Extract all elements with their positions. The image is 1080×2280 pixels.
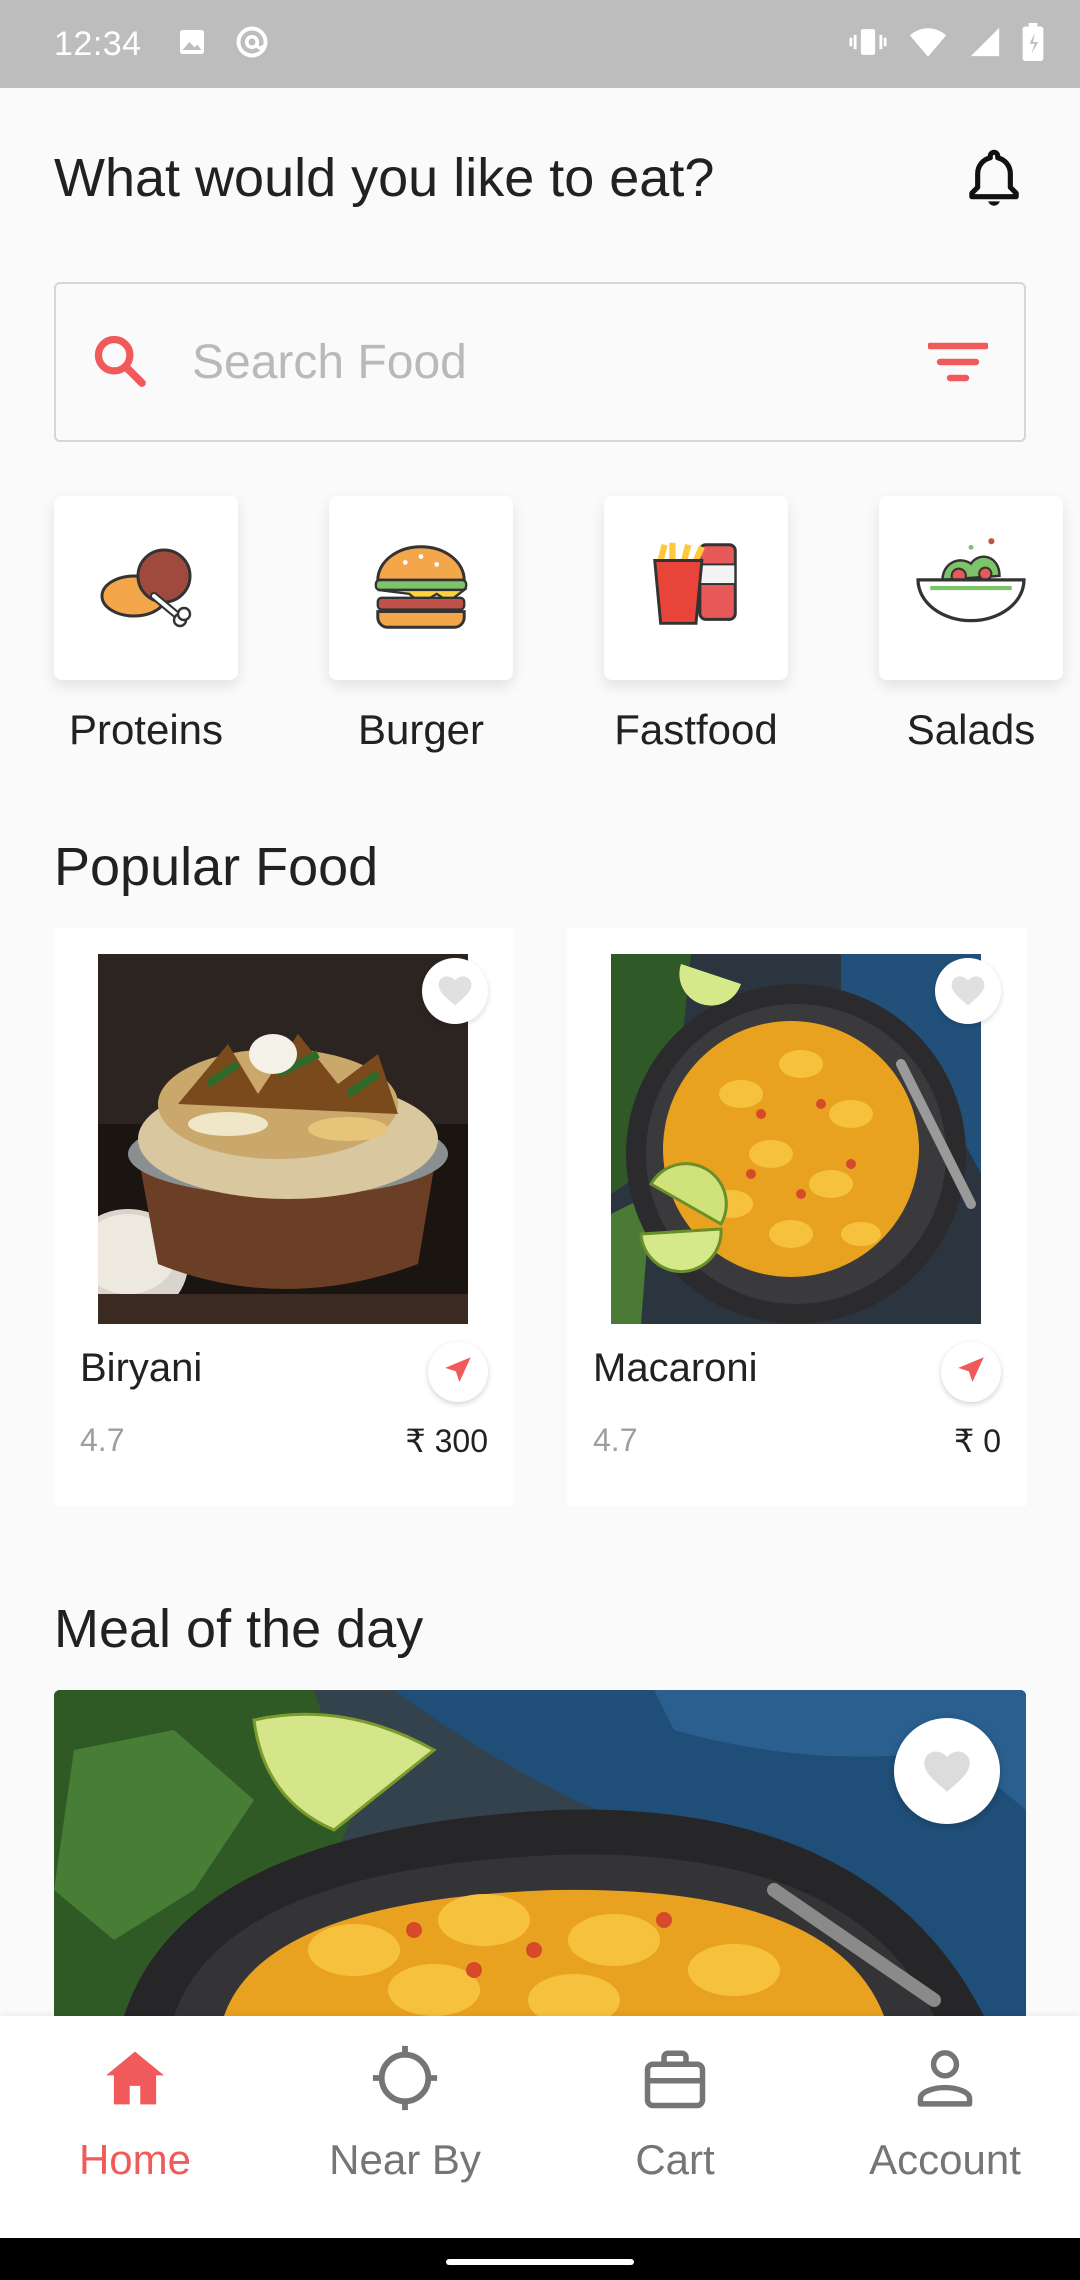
nav-label: Account: [869, 2136, 1021, 2183]
burger-icon: [366, 536, 476, 641]
nav-label: Home: [78, 2136, 192, 2183]
biryani-image: [98, 954, 468, 1324]
food-card-macaroni[interactable]: Macaroni 4.7 ₹ 0: [567, 928, 1027, 1506]
search-icon: [90, 331, 148, 394]
page-title: What would you like to eat?: [54, 148, 715, 208]
popular-food-title: Popular Food: [54, 837, 379, 897]
meal-of-the-day-title: Meal of the day: [54, 1599, 424, 1659]
person-icon: [909, 2042, 981, 2114]
fries-soda-icon: [641, 536, 751, 641]
home-gesture-handle[interactable]: [446, 2259, 634, 2265]
vibrate-icon: [848, 24, 888, 65]
favorite-button[interactable]: [935, 958, 1001, 1024]
nav-account[interactable]: Account: [810, 2016, 1080, 2238]
heart-icon: [948, 971, 988, 1012]
category-label: Burger: [357, 706, 485, 753]
category-tile[interactable]: [879, 496, 1063, 680]
heart-icon: [919, 1744, 975, 1799]
nav-label: Cart: [635, 2136, 715, 2183]
drumstick-icon: [86, 536, 206, 641]
nav-near-by[interactable]: Near By: [270, 2016, 540, 2238]
favorite-button[interactable]: [422, 958, 488, 1024]
category-label: Proteins: [68, 706, 224, 753]
system-navigation-bar: [0, 2238, 1080, 2280]
category-list: Proteins Burger Fastfood Salads: [0, 496, 1080, 766]
meal-of-the-day-card[interactable]: [54, 1690, 1026, 2016]
header: What would you like to eat?: [54, 88, 1026, 268]
directions-button[interactable]: [941, 1342, 1001, 1402]
category-proteins[interactable]: Proteins: [54, 496, 238, 754]
macaroni-image: [611, 954, 981, 1324]
nav-home[interactable]: Home: [0, 2016, 270, 2238]
food-price: ₹ 300: [405, 1423, 488, 1459]
food-price: ₹ 0: [953, 1423, 1001, 1459]
status-bar: 12:34: [0, 0, 1080, 88]
search-bar[interactable]: [54, 282, 1026, 442]
status-time: 12:34: [54, 24, 142, 63]
wifi-icon: [908, 24, 948, 65]
bottom-navigation: Home Near By Cart Account: [0, 2016, 1080, 2238]
nav-cart[interactable]: Cart: [540, 2016, 810, 2238]
favorite-button[interactable]: [894, 1718, 1000, 1824]
crosshair-icon: [369, 2042, 441, 2114]
category-label: Fastfood: [614, 706, 778, 753]
category-salads[interactable]: Salads: [879, 496, 1063, 754]
category-burger[interactable]: Burger: [329, 496, 513, 754]
home-icon: [99, 2042, 171, 2114]
food-rating: 4.7: [593, 1422, 638, 1458]
food-name: Biryani: [80, 1346, 203, 1390]
heart-icon: [435, 971, 475, 1012]
category-tile[interactable]: [54, 496, 238, 680]
meal-image: [54, 1690, 1026, 2016]
at-sign-icon: [234, 24, 270, 65]
directions-button[interactable]: [428, 1342, 488, 1402]
food-rating: 4.7: [80, 1422, 125, 1458]
navigation-arrow-icon: [441, 1353, 475, 1392]
food-card-biryani[interactable]: Biryani 4.7 ₹ 300: [54, 928, 514, 1506]
battery-icon: [1022, 22, 1044, 66]
notification-bell-icon[interactable]: [962, 146, 1026, 210]
category-label: Salads: [906, 706, 1036, 753]
navigation-arrow-icon: [954, 1353, 988, 1392]
category-tile[interactable]: [604, 496, 788, 680]
signal-icon: [968, 25, 1002, 64]
search-input[interactable]: [192, 334, 926, 390]
salad-bowl-icon: [909, 531, 1033, 646]
category-tile[interactable]: [329, 496, 513, 680]
category-fastfood[interactable]: Fastfood: [604, 496, 788, 754]
food-name: Macaroni: [593, 1346, 758, 1390]
nav-label: Near By: [329, 2136, 481, 2183]
briefcase-icon: [639, 2042, 711, 2114]
filter-icon[interactable]: [926, 330, 990, 394]
image-notification-icon: [176, 26, 208, 63]
